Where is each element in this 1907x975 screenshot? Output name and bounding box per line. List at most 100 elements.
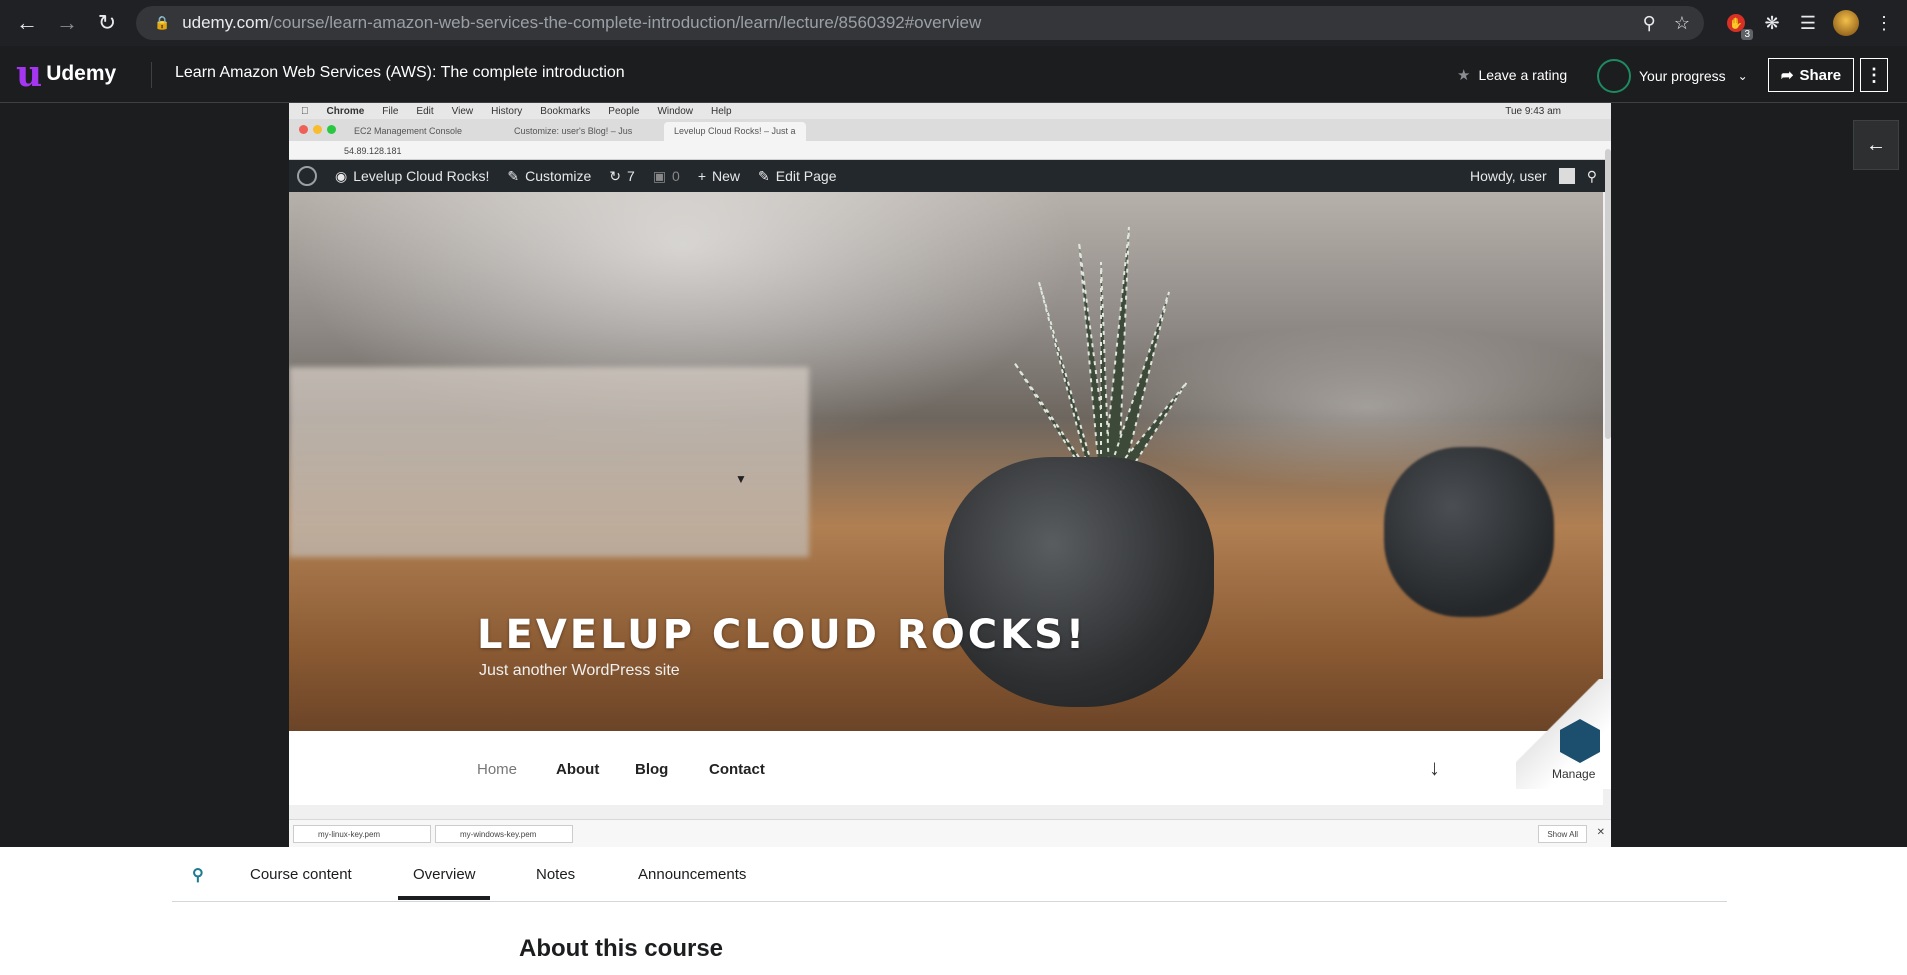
share-icon: ➦ [1780,67,1794,84]
leave-rating-label: Leave a rating [1478,67,1568,83]
mac-menu-item: Help [703,105,732,117]
tab-course-content[interactable]: Course content [250,866,352,883]
udemy-logo[interactable]: u Udemy [16,56,116,92]
chrome-menu-icon[interactable]: ⋮ [1873,12,1895,34]
wp-nav-contact: Contact [709,761,765,778]
active-tab-indicator [398,896,490,900]
expand-sidebar-button[interactable]: ← [1853,120,1899,170]
mac-clock: Tue 9:43 am [1505,105,1561,117]
course-header: u Udemy Learn Amazon Web Services (AWS):… [0,46,1907,103]
tab-notes[interactable]: Notes [536,866,575,883]
forward-icon[interactable]: → [52,8,82,38]
mac-menu-item: Edit [408,105,433,117]
download-chip: my-linux-key.pem [293,825,431,843]
wp-customize: Customize [525,168,592,184]
wp-updates: 7 [627,168,635,184]
apple-icon:  [301,106,309,117]
lock-icon: 🔒 [154,15,171,30]
wp-admin-bar: ◉ Levelup Cloud Rocks! ✎ Customize ↻ 7 ▣ 0 +… [289,160,1611,192]
background-shelf [289,367,809,557]
updates-icon: ↻ [609,167,622,184]
manage-label: Manage [1552,767,1596,781]
mac-menu-item: View [444,105,474,117]
wp-site-title: LEVELUP CLOUD ROCKS! [477,612,1088,658]
window-minimize-dot [313,125,322,134]
show-all-downloads: Show All [1538,825,1587,843]
section-title: About this course [519,935,724,962]
mac-menu-item: Bookmarks [532,105,590,117]
back-icon[interactable]: ← [12,8,42,38]
chevron-down-icon: ⌄ [1737,69,1748,83]
zoom-icon[interactable]: ⚲ [1643,13,1656,34]
video-player[interactable]:  Chrome File Edit View History Bookmark… [289,103,1611,847]
share-label: Share [1799,66,1842,84]
inner-scrollbar [1605,149,1611,439]
inner-tab-active: Levelup Cloud Rocks! – Just a [664,122,806,141]
wp-nav-home: Home [477,761,518,778]
wp-nav-about: About [556,761,600,778]
wp-new: New [712,168,741,184]
url-path: /course/learn-amazon-web-services-the-co… [268,13,982,32]
background-pot [1384,447,1554,617]
wp-site-tagline: Just another WordPress site [479,662,680,679]
header-divider [151,62,152,88]
udemy-logo-icon: u [16,53,43,95]
close-icon: ✕ [1596,827,1605,838]
inner-tab: Customize: user's Blog! – Jus [514,126,633,136]
wp-nav-blog: Blog [635,761,669,778]
bookmark-star-icon[interactable]: ☆ [1674,13,1690,34]
inner-browser-tabs: EC2 Management Console Customize: user's… [289,119,1611,141]
browser-toolbar: ← → ↻ 🔒 udemy.com/course/learn-amazon-we… [0,0,1907,46]
mac-menu-item: File [374,105,398,117]
more-options-button[interactable]: ⋮ [1860,58,1888,92]
succulent-plant [1013,226,1188,472]
dashboard-icon: ◉ [335,167,348,184]
inner-tab: EC2 Management Console [354,126,463,136]
url-host: udemy.com [182,13,269,32]
media-control-icon[interactable]: ☰ [1797,12,1819,34]
download-chip: my-windows-key.pem [435,825,573,843]
tab-announcements[interactable]: Announcements [638,866,746,883]
manage-badge: Manage [1516,679,1611,789]
video-player-area:  Chrome File Edit View History Bookmark… [0,103,1907,847]
reload-icon[interactable]: ↻ [92,8,122,38]
star-icon: ★ [1457,67,1471,84]
extension-badge: 3 [1741,29,1753,40]
mac-menu-item: Chrome [319,105,365,117]
extensions-puzzle-icon[interactable]: ❋ [1761,12,1783,34]
plant-pot [944,457,1214,707]
leave-rating-button[interactable]: ★ Leave a rating [1457,66,1567,84]
search-icon[interactable]: ⚲ [192,865,210,884]
plus-icon: + [697,168,707,184]
mac-menu-item: History [483,105,522,117]
course-title[interactable]: Learn Amazon Web Services (AWS): The com… [175,64,625,82]
window-zoom-dot [327,125,336,134]
wp-site-name: Levelup Cloud Rocks! [353,168,490,184]
wp-avatar [1558,168,1575,184]
mouse-cursor-icon: ▼ [735,472,747,486]
course-tabs: ⚲ Course content Overview Notes Announce… [172,847,1727,902]
mac-menu-item: Window [649,105,693,117]
adblock-extension-icon[interactable]: ✋ 3 [1725,12,1753,40]
your-progress-label: Your progress [1639,68,1726,84]
wp-search-icon: ⚲ [1586,167,1597,184]
tab-overview[interactable]: Overview [413,866,476,883]
comments-icon: ▣ [652,167,667,184]
address-bar[interactable]: 🔒 udemy.com/course/learn-amazon-web-serv… [136,6,1704,40]
wp-site-nav: Home About Blog Contact ↓ [289,731,1603,805]
wordpress-icon [297,166,317,186]
inner-downloads-bar: my-linux-key.pem my-windows-key.pem Show… [289,819,1611,847]
profile-avatar[interactable] [1833,10,1859,36]
brush-icon: ✎ [507,167,520,184]
wp-edit-page: Edit Page [775,168,837,184]
share-button[interactable]: ➦ Share [1768,58,1854,92]
arrow-left-icon: ← [1866,133,1886,156]
udemy-logo-text: Udemy [46,62,117,85]
mac-menu-item: People [600,105,639,117]
manage-hexagon-icon [1560,719,1600,763]
wp-comments: 0 [672,168,680,184]
mac-menubar:  Chrome File Edit View History Bookmark… [289,103,1611,119]
wp-hero-image: LEVELUP CLOUD ROCKS! Just another WordPr… [289,192,1603,731]
pencil-icon: ✎ [758,167,770,184]
your-progress-button[interactable]: Your progress ⌄ [1597,59,1748,93]
